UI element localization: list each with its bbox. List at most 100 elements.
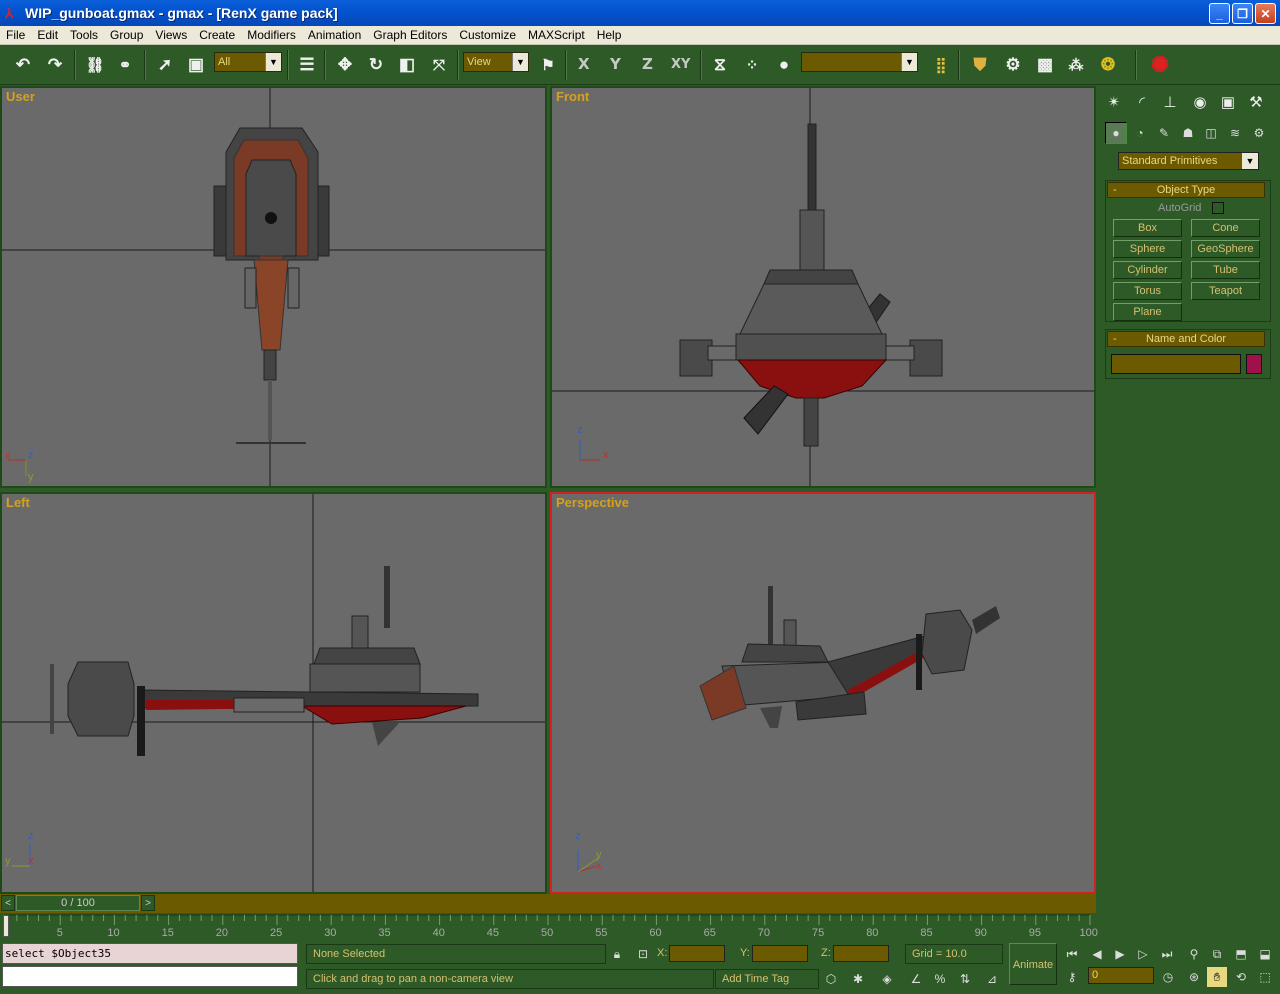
zoom-icon[interactable]: ⚲ <box>1184 944 1204 964</box>
material-id-icon[interactable]: ⁂ <box>1063 52 1089 78</box>
hierarchy-tab-icon[interactable]: ⊥ <box>1157 90 1183 114</box>
next-frame-icon[interactable]: ▷ <box>1133 944 1153 964</box>
menu-help[interactable]: Help <box>591 26 628 45</box>
schematic-view-icon[interactable]: ⚙ <box>1000 52 1026 78</box>
plane-button[interactable]: Plane <box>1113 303 1182 321</box>
animate-button[interactable]: Animate <box>1009 943 1057 985</box>
display-tab-icon[interactable]: ▣ <box>1215 90 1241 114</box>
spinner-snap-icon[interactable]: ⇅ <box>955 969 975 989</box>
object-name-input[interactable] <box>1111 354 1241 374</box>
box-button[interactable]: Box <box>1113 219 1182 237</box>
teapot-button[interactable]: Teapot <box>1191 282 1260 300</box>
key-mode-icon[interactable]: ⚷ <box>1062 967 1082 987</box>
cylinder-button[interactable]: Cylinder <box>1113 261 1182 279</box>
select-and-manipulate-icon[interactable]: ⤧ <box>426 52 452 78</box>
viewport-label-left[interactable]: Left <box>6 495 30 510</box>
angle-snap-icon[interactable]: ∠ <box>906 969 926 989</box>
shapes-icon[interactable]: ◔ <box>1129 122 1151 144</box>
snap-toggle-icon[interactable]: ◈ <box>877 969 897 989</box>
zoom-all-icon[interactable]: ⧉ <box>1207 944 1227 964</box>
time-configuration-icon[interactable]: ◷ <box>1158 967 1178 987</box>
curve-editor-icon[interactable]: ⛊ <box>967 52 993 78</box>
viewport-label-perspective[interactable]: Perspective <box>556 495 629 510</box>
viewport-perspective[interactable]: Perspective z y x <box>550 492 1096 894</box>
menu-customize[interactable]: Customize <box>453 26 522 45</box>
maximize-viewport-icon[interactable]: ⬚ <box>1255 967 1275 987</box>
restrict-z-button[interactable]: Z <box>642 55 653 73</box>
object-color-swatch[interactable] <box>1246 354 1262 374</box>
time-slider-prev-button[interactable]: < <box>1 895 15 911</box>
add-time-tag-button[interactable]: Add Time Tag <box>715 969 819 989</box>
menu-animation[interactable]: Animation <box>302 26 367 45</box>
select-and-move-icon[interactable]: ✥ <box>332 52 358 78</box>
maxscript-listener-input[interactable] <box>2 966 298 987</box>
torus-button[interactable]: Torus <box>1113 282 1182 300</box>
previous-frame-icon[interactable]: ◀ <box>1087 944 1107 964</box>
crossing-selection-icon[interactable]: ✱ <box>848 969 868 989</box>
coord-z-input[interactable] <box>833 945 889 962</box>
create-tab-icon[interactable]: ✴ <box>1101 90 1127 114</box>
restrict-xy-button[interactable]: XY <box>671 57 690 72</box>
axis-constraint-icon[interactable]: ⊿ <box>982 969 1002 989</box>
select-and-scale-icon[interactable]: ◧ <box>394 52 420 78</box>
field-of-view-icon[interactable]: ⊛ <box>1184 967 1204 987</box>
mirror-icon[interactable]: ⧖ <box>707 52 733 78</box>
select-by-name-icon[interactable]: ☰ <box>294 52 320 78</box>
select-and-rotate-icon[interactable]: ↻ <box>363 52 389 78</box>
time-slider-next-button[interactable]: > <box>141 895 155 911</box>
select-and-link-icon[interactable]: ⛓ <box>82 52 108 78</box>
maximize-button[interactable]: ❐ <box>1232 3 1253 24</box>
utilities-tab-icon[interactable]: ⚒ <box>1243 90 1269 114</box>
coord-y-input[interactable] <box>752 945 808 962</box>
viewport-label-user[interactable]: User <box>6 89 35 104</box>
degradation-override-icon[interactable]: ⬡ <box>821 969 841 989</box>
modify-tab-icon[interactable]: ◜ <box>1129 90 1155 114</box>
go-to-start-icon[interactable]: ⏮ <box>1062 944 1082 964</box>
space-warps-icon[interactable]: ≋ <box>1224 122 1246 144</box>
reference-coordinate-dropdown[interactable]: View ▼ <box>463 52 529 72</box>
time-slider-thumb[interactable]: 0 / 100 <box>16 895 140 911</box>
menu-views[interactable]: Views <box>149 26 193 45</box>
maxscript-listener-output[interactable]: select $Object35 <box>2 943 298 964</box>
arc-rotate-icon[interactable]: ⟲ <box>1231 967 1251 987</box>
menu-tools[interactable]: Tools <box>64 26 104 45</box>
restrict-y-button[interactable]: Y <box>610 55 621 73</box>
sphere-button[interactable]: Sphere <box>1113 240 1182 258</box>
percent-snap-icon[interactable]: % <box>930 969 950 989</box>
zoom-extents-all-icon[interactable]: ⬓ <box>1255 944 1275 964</box>
menu-graph-editors[interactable]: Graph Editors <box>367 26 453 45</box>
lights-icon[interactable]: ✎ <box>1153 122 1175 144</box>
minimize-button[interactable]: _ <box>1209 3 1230 24</box>
array-icon[interactable]: ⁘ <box>739 52 765 78</box>
menu-edit[interactable]: Edit <box>31 26 64 45</box>
menu-group[interactable]: Group <box>104 26 149 45</box>
category-dropdown[interactable]: Standard Primitives ▼ <box>1118 152 1259 170</box>
menu-modifiers[interactable]: Modifiers <box>241 26 302 45</box>
geometry-icon[interactable]: ● <box>1105 122 1127 144</box>
cameras-icon[interactable]: ☗ <box>1177 122 1199 144</box>
helpers-icon[interactable]: ◫ <box>1200 122 1222 144</box>
cone-button[interactable]: Cone <box>1191 219 1260 237</box>
absolute-mode-icon[interactable]: ⊡ <box>633 944 653 964</box>
go-to-end-icon[interactable]: ⏭ <box>1157 944 1177 964</box>
unlink-selection-icon[interactable]: ⚭ <box>112 52 138 78</box>
coord-x-input[interactable] <box>669 945 725 962</box>
zoom-extents-icon[interactable]: ⬒ <box>1231 944 1251 964</box>
play-icon[interactable]: ▶ <box>1110 944 1130 964</box>
render-scene-icon[interactable]: ❂ <box>1095 52 1121 78</box>
align-icon[interactable]: ● <box>771 52 797 78</box>
autogrid-checkbox[interactable] <box>1212 202 1224 214</box>
object-type-rollout-header[interactable]: - Object Type <box>1107 182 1265 198</box>
menu-file[interactable]: File <box>0 26 31 45</box>
viewport-left[interactable]: Left z y x <box>0 492 547 894</box>
motion-tab-icon[interactable]: ◉ <box>1187 90 1213 114</box>
systems-icon[interactable]: ⚙ <box>1248 122 1270 144</box>
viewport-front[interactable]: Front z x <box>550 86 1096 488</box>
selection-filter-dropdown[interactable]: All ▼ <box>214 52 282 72</box>
named-selection-dropdown[interactable]: ▼ <box>801 52 918 72</box>
restrict-x-button[interactable]: X <box>578 55 590 73</box>
menu-maxscript[interactable]: MAXScript <box>522 26 591 45</box>
material-editor-icon[interactable]: ▩ <box>1032 52 1058 78</box>
lock-selection-icon[interactable]: 🔒︎ <box>607 944 627 964</box>
viewport-label-front[interactable]: Front <box>556 89 589 104</box>
